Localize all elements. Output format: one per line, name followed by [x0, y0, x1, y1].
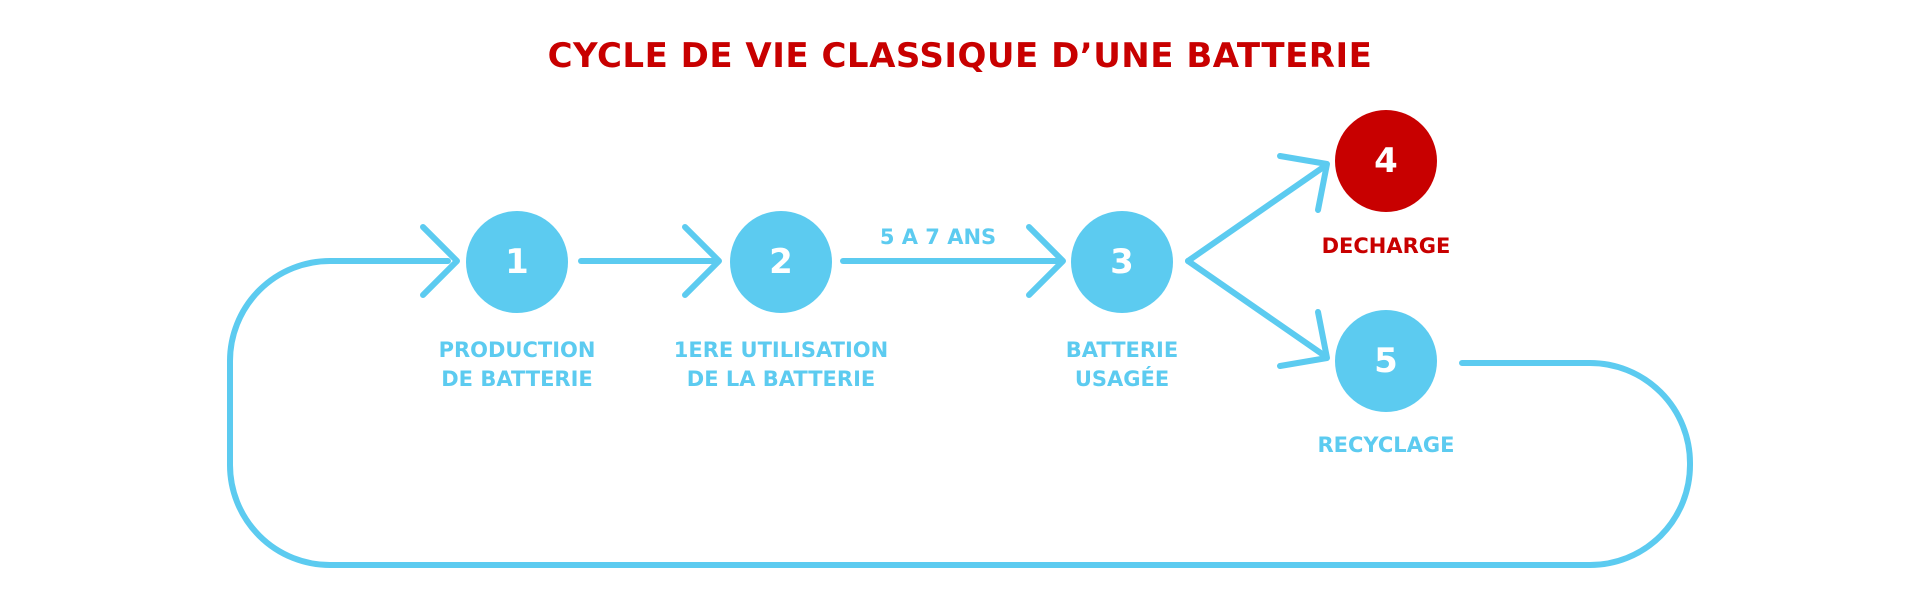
step-2-label: 1ERE UTILISATION DE LA BATTERIE: [651, 336, 911, 394]
step-1-label: PRODUCTION DE BATTERIE: [417, 336, 617, 394]
step-2-label-line2: DE LA BATTERIE: [686, 367, 876, 391]
step-1-circle: 1: [466, 211, 568, 313]
step-1-label-line1: PRODUCTION: [438, 338, 596, 362]
step-3-number: 3: [1110, 242, 1134, 282]
step-3-label: BATTERIE USAGÉE: [1032, 336, 1212, 394]
step-4-label: DECHARGE: [1301, 232, 1471, 261]
return-loop-connector: [227, 258, 1693, 568]
step-5-label-line1: RECYCLAGE: [1317, 433, 1455, 457]
step-2-circle: 2: [730, 211, 832, 313]
step-1-label-line2: DE BATTERIE: [441, 367, 593, 391]
step-4-circle: 4: [1335, 110, 1437, 212]
step-2-label-line1: 1ERE UTILISATION: [673, 338, 889, 362]
step-3-label-line1: BATTERIE: [1065, 338, 1179, 362]
battery-lifecycle-diagram: CYCLE DE VIE CLASSIQUE D’UNE BATTERIE 5 …: [0, 0, 1920, 607]
diagram-connectors: [227, 153, 1693, 568]
step-1-number: 1: [505, 242, 529, 282]
step-5-number: 5: [1374, 341, 1398, 381]
step-3-circle: 3: [1071, 211, 1173, 313]
step-5-label: RECYCLAGE: [1301, 431, 1471, 460]
duration-label: 5 A 7 ANS: [879, 225, 997, 249]
step-3-label-line2: USAGÉE: [1074, 367, 1170, 391]
step-2-number: 2: [769, 242, 793, 282]
step-5-circle: 5: [1335, 310, 1437, 412]
step-4-label-line1: DECHARGE: [1321, 234, 1451, 258]
step-4-number: 4: [1374, 141, 1398, 181]
